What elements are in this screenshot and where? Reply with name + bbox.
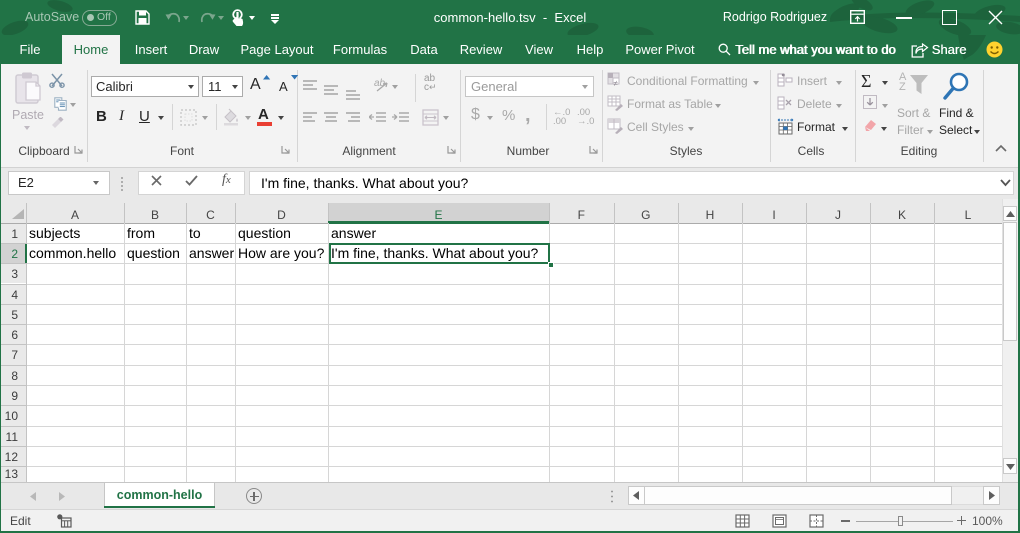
svg-text:≠: ≠ [614, 79, 619, 88]
